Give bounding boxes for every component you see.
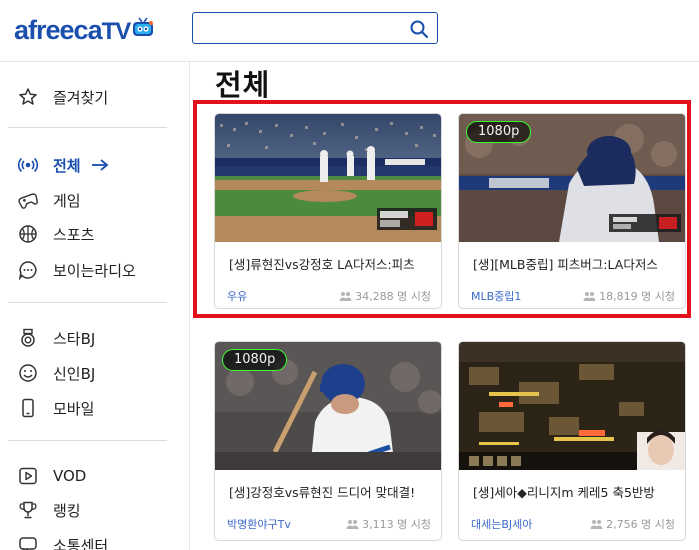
search-input[interactable] (201, 13, 411, 43)
viewer-count: 18,819 명 시청 (583, 288, 675, 304)
play-icon (18, 466, 38, 486)
stream-card[interactable]: 1080p [생][MLB중립] 피츠버그:LA다저스 MLB중립1 18,81… (458, 113, 686, 309)
viewer-count-text: 34,288 명 시청 (355, 290, 431, 303)
afreecatv-logo[interactable]: afreecaTV (14, 14, 154, 46)
gamepad-icon (18, 190, 38, 210)
stream-card[interactable]: [생]세아◆리니지m 케레5 축5반방 대세는BJ세아 2,756 명 시청 (458, 341, 686, 541)
sidebar-item-label: 스타BJ (53, 329, 96, 348)
stream-title[interactable]: [생]세아◆리니지m 케레5 축5반방 (473, 482, 678, 501)
stream-meta: 박명환야구Tv 3,113 명 시청 (215, 516, 441, 536)
mobile-icon (18, 398, 38, 418)
search-box[interactable] (192, 12, 438, 44)
bj-name-link[interactable]: 박명환야구Tv (227, 516, 291, 532)
broadcast-icon (18, 155, 38, 175)
users-icon (583, 292, 596, 301)
sidebar-item-sports[interactable]: 스포츠 (18, 222, 94, 246)
sidebar-item-communication[interactable]: 소통센터 (18, 533, 108, 550)
sidebar-item-label: 스포츠 (53, 225, 95, 244)
sidebar-divider (8, 127, 167, 128)
chat-bubble-icon (18, 260, 38, 280)
stream-thumbnail[interactable] (215, 114, 441, 242)
sidebar-item-ranking[interactable]: 랭킹 (18, 498, 81, 522)
sidebar-item-label: 소통센터 (53, 536, 109, 550)
quality-badge: 1080p (222, 349, 288, 371)
stream-thumbnail[interactable] (459, 342, 685, 470)
bj-name-link[interactable]: 대세는BJ세아 (471, 516, 532, 532)
users-icon (346, 520, 359, 529)
sidebar-item-radio[interactable]: 보이는라디오 (18, 258, 136, 282)
sidebar-item-new-bj[interactable]: 신인BJ (18, 361, 95, 385)
medal-icon (18, 328, 38, 348)
sidebar-item-label: 게임 (53, 191, 81, 210)
bj-name-link[interactable]: MLB중립1 (471, 288, 521, 304)
sidebar-item-label: 신인BJ (53, 364, 96, 383)
viewer-count: 34,288 명 시청 (339, 288, 431, 304)
speech-icon (18, 535, 38, 550)
viewer-count-text: 3,113 명 시청 (362, 518, 431, 531)
stream-meta: 대세는BJ세아 2,756 명 시청 (459, 516, 685, 536)
viewer-count: 2,756 명 시청 (590, 516, 675, 532)
trophy-icon (18, 500, 38, 520)
top-header: afreecaTV (0, 0, 699, 62)
stream-card[interactable]: 1080p [생]강정호vs류현진 드디어 맞대결! 박명환야구Tv 3,113… (214, 341, 442, 541)
sidebar-item-star-bj[interactable]: 스타BJ (18, 326, 95, 350)
stream-card[interactable]: [생]류현진vs강정호 LA다저스:피츠 우유 34,288 명 시청 (214, 113, 442, 309)
sidebar-item-label: 모바일 (53, 399, 95, 418)
search-icon[interactable] (409, 19, 429, 39)
sidebar-item-favorites[interactable]: 즐겨찾기 (18, 85, 108, 109)
stream-title[interactable]: [생][MLB중립] 피츠버그:LA다저스 (473, 254, 678, 273)
sidebar-item-game[interactable]: 게임 (18, 188, 81, 212)
sidebar-item-vod[interactable]: VOD (18, 464, 86, 488)
stream-meta: 우유 34,288 명 시청 (215, 288, 441, 308)
quality-badge: 1080p (466, 121, 532, 143)
tv-mascot-icon (133, 17, 154, 36)
sidebar-divider (8, 302, 167, 303)
users-icon (590, 520, 603, 529)
sidebar-item-label: 전체 (53, 156, 81, 175)
stream-thumbnail[interactable]: 1080p (215, 342, 441, 470)
sidebar-divider (8, 440, 167, 441)
sidebar: 즐겨찾기 전체 게임 스포츠 보이는라디오 스타BJ 신인BJ 모바일 VOD … (0, 62, 190, 550)
page-title: 전체 (215, 68, 271, 102)
smile-icon (18, 363, 38, 383)
viewer-count-text: 18,819 명 시청 (599, 290, 675, 303)
sidebar-item-label: 랭킹 (53, 501, 81, 520)
logo-text: afreecaTV (14, 14, 131, 45)
stream-title[interactable]: [생]류현진vs강정호 LA다저스:피츠 (229, 254, 434, 273)
sidebar-item-label: VOD (53, 467, 87, 485)
lineage-game-image (459, 342, 685, 470)
bj-name-link[interactable]: 우유 (227, 288, 247, 304)
sidebar-item-all[interactable]: 전체 (18, 153, 110, 177)
stream-title[interactable]: [생]강정호vs류현진 드디어 맞대결! (229, 482, 434, 501)
users-icon (339, 292, 352, 301)
stream-thumbnail[interactable]: 1080p (459, 114, 685, 242)
basketball-icon (18, 224, 38, 244)
arrow-right-icon (91, 159, 109, 171)
stream-meta: MLB중립1 18,819 명 시청 (459, 288, 685, 308)
sidebar-item-mobile[interactable]: 모바일 (18, 396, 94, 420)
star-icon (18, 87, 38, 107)
baseball-broadcast-image (215, 114, 441, 242)
viewer-count-text: 2,756 명 시청 (606, 518, 675, 531)
sidebar-item-label: 보이는라디오 (53, 261, 136, 280)
viewer-count: 3,113 명 시청 (346, 516, 431, 532)
sidebar-item-label: 즐겨찾기 (53, 88, 109, 107)
